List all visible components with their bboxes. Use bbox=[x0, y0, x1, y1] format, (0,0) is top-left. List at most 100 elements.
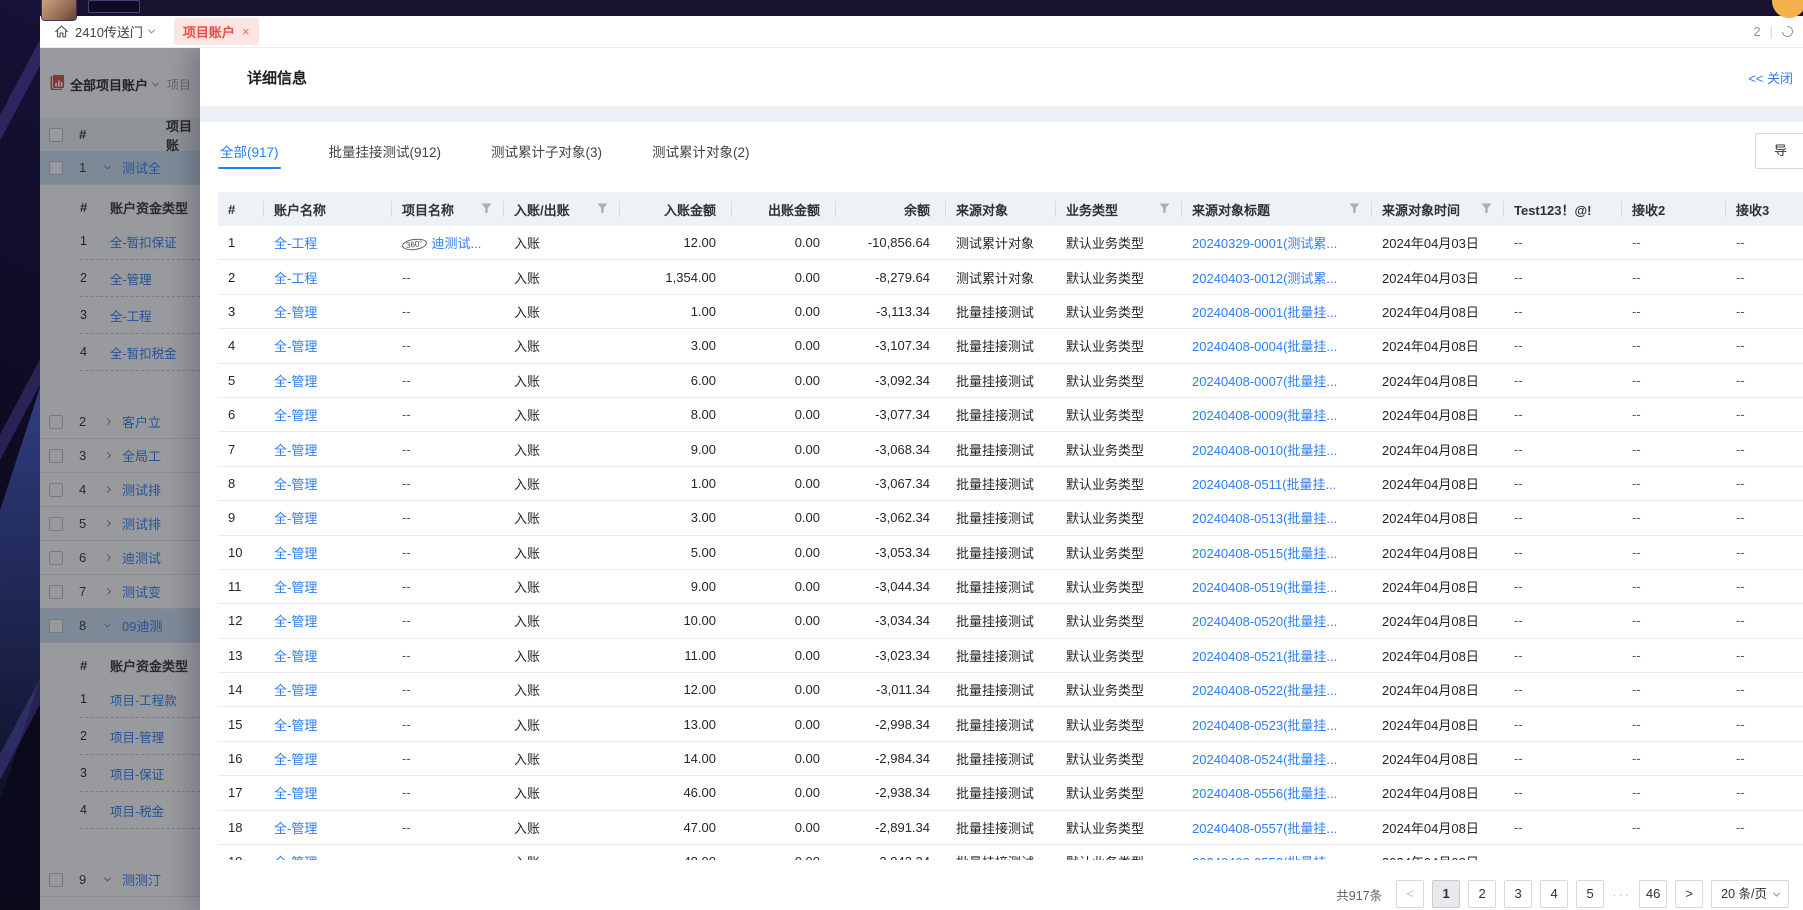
filter-funnel-icon[interactable] bbox=[1159, 202, 1170, 217]
cell-r3: -- bbox=[1726, 648, 1803, 663]
source-title-link[interactable]: 20240408-0511(批量挂... bbox=[1192, 477, 1336, 492]
page-button-last[interactable]: 46 bbox=[1639, 880, 1667, 908]
cell-out: 0.00 bbox=[732, 270, 836, 285]
account-link[interactable]: 全-管理 bbox=[274, 374, 317, 389]
source-title-link[interactable]: 20240408-0524(批量挂... bbox=[1192, 752, 1337, 767]
cell-idx: 8 bbox=[218, 476, 264, 491]
cell-value: 0.00 bbox=[795, 717, 820, 732]
source-title-link[interactable]: 20240403-0012(测试累... bbox=[1192, 271, 1337, 286]
account-link[interactable]: 全-管理 bbox=[274, 718, 317, 733]
page-button-5[interactable]: 5 bbox=[1576, 880, 1604, 908]
account-link[interactable]: 全-工程 bbox=[274, 271, 317, 286]
page-button-3[interactable]: 3 bbox=[1504, 880, 1532, 908]
source-title-link[interactable]: 20240408-0519(批量挂... bbox=[1192, 580, 1337, 595]
source-title-link[interactable]: 20240408-0557(批量挂... bbox=[1192, 821, 1337, 836]
cell-bal: -3,092.34 bbox=[836, 373, 946, 388]
filter-funnel-icon[interactable] bbox=[597, 202, 608, 217]
cell-value: 2024年04月08日 bbox=[1382, 752, 1479, 767]
page-size-select[interactable]: 20 条/页 bbox=[1711, 880, 1789, 908]
column-header-label: 接收3 bbox=[1736, 200, 1769, 219]
cell-bal: -10,856.64 bbox=[836, 235, 946, 250]
cell-project: 360°迪测试... bbox=[392, 233, 504, 252]
account-link[interactable]: 全-管理 bbox=[274, 649, 317, 664]
cell-biz: 默认业务类型 bbox=[1056, 749, 1182, 768]
account-link[interactable]: 全-管理 bbox=[274, 511, 317, 526]
close-tab-icon[interactable]: × bbox=[242, 27, 250, 37]
cell-r3: -- bbox=[1726, 717, 1803, 732]
refresh-icon[interactable] bbox=[1780, 24, 1795, 39]
source-title-link[interactable]: 20240408-0001(批量挂... bbox=[1192, 305, 1337, 320]
filter-funnel-icon[interactable] bbox=[1349, 202, 1360, 217]
account-link[interactable]: 全-工程 bbox=[274, 236, 317, 251]
account-link[interactable]: 全-管理 bbox=[274, 443, 317, 458]
account-link[interactable]: 全-管理 bbox=[274, 821, 317, 836]
source-title-link[interactable]: 20240408-0523(批量挂... bbox=[1192, 718, 1337, 733]
home-portal-menu[interactable]: 2410传送门 bbox=[54, 22, 154, 41]
page-button-2[interactable]: 2 bbox=[1468, 880, 1496, 908]
source-title-link[interactable]: 20240408-0558(批量挂... bbox=[1192, 855, 1337, 860]
avatar[interactable] bbox=[42, 0, 76, 20]
column-header-test: Test123！@! bbox=[1504, 192, 1622, 226]
source-title-link[interactable]: 20240408-0513(批量挂... bbox=[1192, 511, 1337, 526]
cell-value: 14.00 bbox=[683, 751, 716, 766]
cell-value: -- bbox=[1514, 648, 1523, 663]
source-title-link[interactable]: 20240408-0007(批量挂... bbox=[1192, 374, 1337, 389]
chevron-down-icon[interactable] bbox=[1773, 889, 1780, 896]
cell-value: 批量挂接测试 bbox=[956, 408, 1034, 423]
cell-bal: -3,062.34 bbox=[836, 510, 946, 525]
account-link[interactable]: 全-管理 bbox=[274, 477, 317, 492]
source-title-link[interactable]: 20240408-0010(批量挂... bbox=[1192, 443, 1337, 458]
cell-value: 12.00 bbox=[683, 235, 716, 250]
next-page-button[interactable]: > bbox=[1675, 880, 1703, 908]
cell-r2: -- bbox=[1622, 407, 1726, 422]
account-link[interactable]: 全-管理 bbox=[274, 408, 317, 423]
pagination-total: 共917条 bbox=[1336, 885, 1382, 904]
cell-idx: 19 bbox=[218, 854, 264, 860]
account-link[interactable]: 全-管理 bbox=[274, 752, 317, 767]
detail-tab-3[interactable]: 测试累计对象(2) bbox=[650, 122, 752, 180]
account-link[interactable]: 全-管理 bbox=[274, 580, 317, 595]
source-title-link[interactable]: 20240408-0004(批量挂... bbox=[1192, 339, 1337, 354]
source-title-link[interactable]: 20240408-0009(批量挂... bbox=[1192, 408, 1337, 423]
column-header-label: # bbox=[228, 202, 235, 217]
page-button-1[interactable]: 1 bbox=[1432, 880, 1460, 908]
detail-tab-1[interactable]: 批量挂接测试(912) bbox=[327, 122, 444, 180]
cell-value: 默认业务类型 bbox=[1066, 443, 1144, 458]
account-link[interactable]: 全-管理 bbox=[274, 546, 317, 561]
source-title-link[interactable]: 20240408-0521(批量挂... bbox=[1192, 649, 1337, 664]
prev-page-button[interactable]: < bbox=[1396, 880, 1424, 908]
export-button[interactable]: 导 出 bbox=[1755, 133, 1803, 169]
cell-bal: -3,044.34 bbox=[836, 579, 946, 594]
account-link[interactable]: 全-管理 bbox=[274, 614, 317, 629]
cell-value: -- bbox=[1632, 442, 1641, 457]
source-title-link[interactable]: 20240408-0520(批量挂... bbox=[1192, 614, 1337, 629]
source-title-link[interactable]: 20240408-0556(批量挂... bbox=[1192, 786, 1337, 801]
account-link[interactable]: 全-管理 bbox=[274, 855, 317, 860]
cell-test: -- bbox=[1504, 545, 1622, 560]
cell-dir: 入账 bbox=[504, 783, 620, 802]
cell-test: -- bbox=[1504, 476, 1622, 491]
tab-project-account[interactable]: 项目账户 × bbox=[174, 18, 259, 45]
topbar-mini-box[interactable] bbox=[88, 0, 140, 13]
overlay-dim-mask[interactable] bbox=[40, 48, 200, 910]
collapse-close-link[interactable]: << 关闭 bbox=[1748, 68, 1793, 87]
cell-out: 0.00 bbox=[732, 717, 836, 732]
source-title-link[interactable]: 20240408-0515(批量挂... bbox=[1192, 546, 1337, 561]
filter-funnel-icon[interactable] bbox=[1481, 202, 1492, 217]
cell-in: 8.00 bbox=[620, 407, 732, 422]
cell-value: 10 bbox=[228, 545, 242, 560]
filter-funnel-icon[interactable] bbox=[481, 202, 492, 217]
source-title-link[interactable]: 20240329-0001(测试累... bbox=[1192, 236, 1337, 251]
account-link[interactable]: 全-管理 bbox=[274, 305, 317, 320]
page-button-4[interactable]: 4 bbox=[1540, 880, 1568, 908]
cell-account: 全-工程 bbox=[264, 268, 392, 287]
project-link[interactable]: 迪测试... bbox=[432, 236, 482, 251]
account-link[interactable]: 全-管理 bbox=[274, 339, 317, 354]
detail-tab-2[interactable]: 测试累计子对象(3) bbox=[489, 122, 604, 180]
source-title-link[interactable]: 20240408-0522(批量挂... bbox=[1192, 683, 1337, 698]
account-link[interactable]: 全-管理 bbox=[274, 786, 317, 801]
cell-test: -- bbox=[1504, 751, 1622, 766]
detail-tab-0[interactable]: 全部(917) bbox=[218, 122, 281, 180]
account-link[interactable]: 全-管理 bbox=[274, 683, 317, 698]
cell-value: -- bbox=[1736, 373, 1745, 388]
